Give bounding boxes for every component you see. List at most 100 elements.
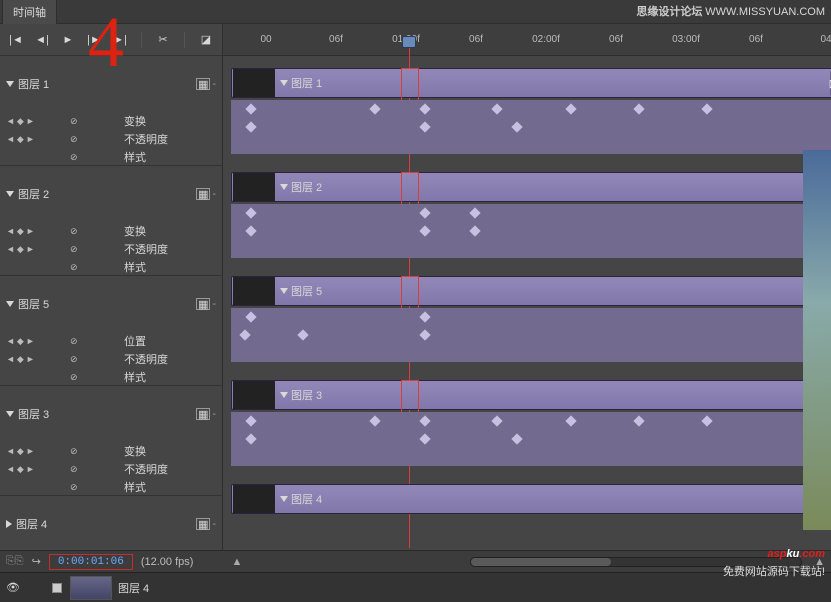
- clip[interactable]: 图层 3▷: [231, 380, 831, 410]
- clip[interactable]: 图层 4▷: [231, 484, 831, 514]
- keyframe-diamond-icon[interactable]: ◆: [17, 134, 24, 145]
- menu-dash-icon[interactable]: -: [212, 188, 216, 200]
- property-row[interactable]: ◄ ◆ ►⊘位置: [0, 332, 222, 350]
- property-row[interactable]: ◄ ◆ ►⊘不透明度: [0, 130, 222, 148]
- stopwatch-icon[interactable]: ⊘: [70, 262, 78, 273]
- layer-header[interactable]: 图层 2▦-: [0, 166, 222, 222]
- prev-key-icon[interactable]: ◄: [6, 336, 15, 347]
- redo-icon[interactable]: ↪: [32, 555, 41, 568]
- prev-key-icon[interactable]: ◄: [6, 116, 15, 127]
- keyframe-diamond[interactable]: [469, 225, 480, 236]
- menu-dash-icon[interactable]: -: [212, 298, 216, 310]
- stopwatch-icon[interactable]: ⊘: [70, 354, 78, 365]
- disclosure-icon[interactable]: [6, 81, 14, 87]
- keyframe-diamond-icon[interactable]: ◆: [17, 336, 24, 347]
- layer-header[interactable]: 图层 3▦-: [0, 386, 222, 442]
- keyframe-diamond-icon[interactable]: ◆: [17, 446, 24, 457]
- keyframe-row[interactable]: [231, 240, 831, 258]
- layer-header[interactable]: 图层 4▦-: [0, 496, 222, 550]
- scissors-icon[interactable]: ✂: [153, 32, 173, 48]
- stopwatch-icon[interactable]: ⊘: [70, 152, 78, 163]
- keyframe-diamond-icon[interactable]: ◆: [17, 244, 24, 255]
- layer-header[interactable]: 图层 1▦-: [0, 56, 222, 112]
- keyframe-row[interactable]: [231, 344, 831, 362]
- property-row[interactable]: ◄ ◆ ►⊘不透明度: [0, 460, 222, 478]
- keyframe-diamond[interactable]: [701, 415, 712, 426]
- playhead[interactable]: [409, 36, 423, 48]
- disclosure-icon[interactable]: [280, 184, 288, 190]
- prev-key-icon[interactable]: ◄: [6, 134, 15, 145]
- next-key-icon[interactable]: ►: [26, 244, 35, 255]
- property-row[interactable]: ◄ ◆ ►⊘不透明度: [0, 350, 222, 368]
- next-key-icon[interactable]: ►: [26, 226, 35, 237]
- time-ruler[interactable]: 0006f01:00f06f02:00f06f03:00f06f04: [223, 24, 831, 56]
- keyframe-diamond[interactable]: [245, 311, 256, 322]
- disclosure-icon[interactable]: [280, 496, 288, 502]
- keyframe-row[interactable]: [231, 222, 831, 240]
- filmstrip-icon[interactable]: ▦: [196, 78, 210, 90]
- disclosure-icon[interactable]: [6, 411, 14, 417]
- prev-frame-icon[interactable]: ◄|: [32, 32, 52, 48]
- keyframe-diamond-icon[interactable]: ◆: [17, 354, 24, 365]
- property-row[interactable]: ⊘样式: [0, 368, 222, 386]
- next-key-icon[interactable]: ►: [26, 336, 35, 347]
- prev-key-icon[interactable]: ◄: [6, 354, 15, 365]
- stopwatch-icon[interactable]: ⊘: [70, 372, 78, 383]
- menu-dash-icon[interactable]: -: [212, 518, 216, 530]
- play-icon[interactable]: ►: [58, 32, 78, 48]
- keyframe-diamond[interactable]: [419, 415, 430, 426]
- disclosure-icon[interactable]: [280, 288, 288, 294]
- menu-dash-icon[interactable]: -: [212, 408, 216, 420]
- prev-key-icon[interactable]: ◄: [6, 226, 15, 237]
- disclosure-icon[interactable]: [6, 301, 14, 307]
- keyframe-diamond[interactable]: [419, 103, 430, 114]
- keyframe-diamond[interactable]: [511, 433, 522, 444]
- keyframe-diamond[interactable]: [491, 103, 502, 114]
- stopwatch-icon[interactable]: ⊘: [70, 482, 78, 493]
- keyframe-diamond[interactable]: [469, 207, 480, 218]
- stopwatch-icon[interactable]: ⊘: [70, 226, 78, 237]
- property-row[interactable]: ◄ ◆ ►⊘变换: [0, 442, 222, 460]
- keyframe-row[interactable]: [231, 326, 831, 344]
- disclosure-icon[interactable]: [6, 191, 14, 197]
- keyframe-diamond[interactable]: [419, 433, 430, 444]
- stopwatch-icon[interactable]: ⊘: [70, 336, 78, 347]
- keyframe-diamond-icon[interactable]: ◆: [17, 116, 24, 127]
- property-row[interactable]: ◄ ◆ ►⊘变换: [0, 222, 222, 240]
- property-row[interactable]: ⊘样式: [0, 478, 222, 496]
- filmstrip-icon[interactable]: ▦: [196, 298, 210, 310]
- stopwatch-icon[interactable]: ⊘: [70, 446, 78, 457]
- keyframe-diamond[interactable]: [239, 329, 250, 340]
- keyframe-diamond[interactable]: [633, 415, 644, 426]
- keyframe-row[interactable]: [231, 100, 831, 118]
- next-key-icon[interactable]: ►: [26, 134, 35, 145]
- keyframe-diamond[interactable]: [369, 415, 380, 426]
- keyframe-row[interactable]: [231, 448, 831, 466]
- goto-end-icon[interactable]: ►|: [110, 32, 130, 48]
- next-key-icon[interactable]: ►: [26, 464, 35, 475]
- stopwatch-icon[interactable]: ⊘: [70, 116, 78, 127]
- keyframe-diamond[interactable]: [511, 121, 522, 132]
- property-row[interactable]: ⊘样式: [0, 258, 222, 276]
- keyframe-row[interactable]: [231, 118, 831, 136]
- next-key-icon[interactable]: ►: [26, 446, 35, 457]
- transition-icon[interactable]: ◪: [196, 32, 216, 48]
- timecode[interactable]: 0:00:01:06: [49, 554, 133, 570]
- keyframe-diamond[interactable]: [369, 103, 380, 114]
- keyframe-diamond[interactable]: [245, 415, 256, 426]
- keyframe-diamond[interactable]: [419, 329, 430, 340]
- next-key-icon[interactable]: ►: [26, 116, 35, 127]
- keyframe-diamond[interactable]: [245, 207, 256, 218]
- filmstrip-icon[interactable]: ▦: [196, 408, 210, 420]
- next-key-icon[interactable]: ►: [26, 354, 35, 365]
- keyframe-row[interactable]: [231, 136, 831, 154]
- zoom-out-icon[interactable]: ▲: [231, 556, 242, 568]
- timeline-tab[interactable]: 时间轴: [2, 0, 57, 24]
- keyframe-diamond-icon[interactable]: ◆: [17, 464, 24, 475]
- stopwatch-icon[interactable]: ⊘: [70, 464, 78, 475]
- layer-header[interactable]: 图层 5▦-: [0, 276, 222, 332]
- keyframe-diamond[interactable]: [701, 103, 712, 114]
- keyframe-diamond[interactable]: [245, 225, 256, 236]
- keyframe-row[interactable]: [231, 412, 831, 430]
- keyframe-row[interactable]: [231, 430, 831, 448]
